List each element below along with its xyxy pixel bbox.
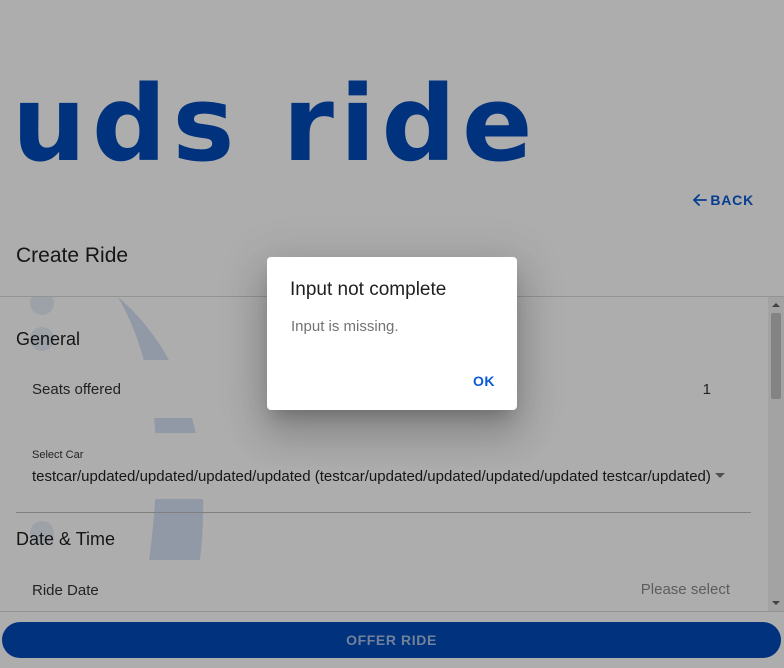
- dialog-message: Input is missing.: [291, 318, 399, 335]
- ok-button[interactable]: OK: [473, 373, 495, 389]
- input-incomplete-dialog: Input not complete Input is missing. OK: [267, 257, 517, 410]
- dialog-title: Input not complete: [290, 279, 447, 300]
